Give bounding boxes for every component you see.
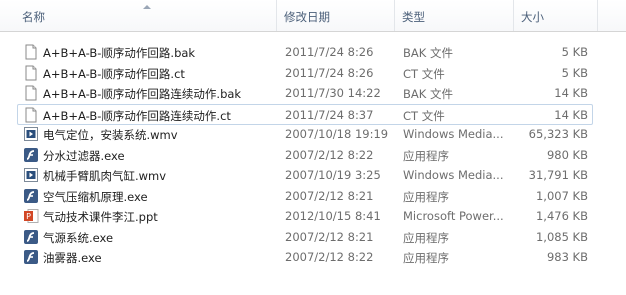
flash-exe-icon <box>23 147 39 163</box>
file-date: 2007/2/12 8:22 <box>285 250 374 264</box>
file-name: 油雾器.exe <box>43 251 102 265</box>
file-type: 应用程序 <box>403 230 449 245</box>
file-row[interactable]: 分水过滤器.exe 2007/2/12 8:22 应用程序 980 KB <box>18 145 592 165</box>
powerpoint-icon: P <box>23 208 39 224</box>
file-row[interactable]: 电气定位，安装系统.wmv 2007/10/18 19:19 Windows Med… <box>18 124 592 144</box>
file-name: 电气定位，安装系统.wmv <box>43 128 178 142</box>
file-date: 2011/7/24 8:37 <box>285 107 374 122</box>
file-name: 气源系统.exe <box>43 230 114 245</box>
file-size: 1,007 KB <box>535 188 588 203</box>
file-date: 2007/10/19 3:25 <box>285 168 381 182</box>
file-row[interactable]: 气源系统.exe 2007/2/12 8:21 应用程序 1,085 KB <box>18 227 592 247</box>
file-type: 应用程序 <box>403 189 449 204</box>
file-date: 2007/2/12 8:21 <box>285 229 374 244</box>
column-header-name[interactable]: 名称 <box>22 0 45 31</box>
column-header-date[interactable]: 修改日期 <box>284 0 330 31</box>
svg-text:P: P <box>26 212 31 221</box>
column-divider[interactable] <box>394 0 395 31</box>
file-name: A+B+A-B-顺序动作回路.ct <box>43 66 185 81</box>
flash-exe-icon <box>23 188 39 204</box>
file-size: 1,476 KB <box>535 209 588 223</box>
file-date: 2011/7/24 8:26 <box>285 45 374 59</box>
file-type: Windows Media... <box>403 168 504 182</box>
file-row[interactable]: 油雾器.exe 2007/2/12 8:22 应用程序 983 KB <box>18 247 592 267</box>
file-type: BAK 文件 <box>403 87 453 101</box>
document-icon <box>23 44 39 60</box>
file-name: 分水过滤器.exe <box>43 148 125 163</box>
document-icon <box>23 85 39 101</box>
document-icon <box>23 65 39 81</box>
file-size: 983 KB <box>546 250 588 264</box>
file-name: A+B+A-B-顺序动作回路.bak <box>43 46 196 60</box>
file-type: Microsoft Power... <box>403 209 504 223</box>
video-file-icon <box>23 126 39 142</box>
column-divider[interactable] <box>276 0 277 31</box>
file-size: 31,791 KB <box>528 168 588 182</box>
column-header-bar: 名称 修改日期 类型 大小 <box>0 0 626 32</box>
file-name: A+B+A-B-顺序动作回路连续动作.ct <box>43 108 231 123</box>
column-header-size[interactable]: 大小 <box>521 0 544 31</box>
file-type: CT 文件 <box>403 108 445 123</box>
flash-exe-icon <box>23 249 39 265</box>
file-date: 2007/10/18 19:19 <box>285 127 389 141</box>
file-size: 65,323 KB <box>528 127 588 141</box>
file-size: 1,085 KB <box>535 229 588 244</box>
file-type: 应用程序 <box>403 148 449 163</box>
file-row[interactable]: P 气动技术课件李江.ppt 2012/10/15 8:41 Microsoft Po… <box>18 206 592 226</box>
file-name: 气动技术课件李江.ppt <box>43 210 158 224</box>
column-divider[interactable] <box>513 0 514 31</box>
file-date: 2007/2/12 8:21 <box>285 188 374 203</box>
file-row[interactable]: A+B+A-B-顺序动作回路.ct 2011/7/24 8:26 CT 文件 5 KB <box>18 63 592 83</box>
file-date: 2012/10/15 8:41 <box>285 209 381 223</box>
sort-ascending-icon <box>143 5 151 9</box>
file-row[interactable]: 机械手臂肌肉气缸.wmv 2007/10/19 3:25 Windows Media… <box>18 165 592 185</box>
video-file-icon <box>23 167 39 183</box>
file-date: 2011/7/30 14:22 <box>285 86 381 100</box>
file-size: 14 KB <box>554 86 588 100</box>
file-size: 5 KB <box>561 65 588 80</box>
file-row[interactable]: 空气压缩机原理.exe 2007/2/12 8:21 应用程序 1,007 KB <box>18 186 592 206</box>
file-name: 机械手臂肌肉气缸.wmv <box>43 169 167 183</box>
column-header-type[interactable]: 类型 <box>402 0 425 31</box>
file-row[interactable]: A+B+A-B-顺序动作回路连续动作.bak 2011/7/30 14:22 BAK… <box>18 83 592 103</box>
file-name: A+B+A-B-顺序动作回路连续动作.bak <box>43 87 242 101</box>
file-date: 2007/2/12 8:22 <box>285 147 374 162</box>
file-type: CT 文件 <box>403 66 445 81</box>
column-divider[interactable] <box>597 0 598 31</box>
file-row[interactable]: A+B+A-B-顺序动作回路连续动作.ct 2011/7/24 8:37 CT 文件… <box>17 103 593 125</box>
file-name: 空气压缩机原理.exe <box>43 189 148 204</box>
file-type: Windows Media... <box>403 127 504 141</box>
file-size: 5 KB <box>561 45 588 59</box>
file-type: BAK 文件 <box>403 46 453 60</box>
file-size: 980 KB <box>546 147 588 162</box>
flash-exe-icon <box>23 229 39 245</box>
document-icon <box>23 107 39 123</box>
file-row[interactable]: A+B+A-B-顺序动作回路.bak 2011/7/24 8:26 BAK 文件 5 … <box>18 42 592 62</box>
file-type: 应用程序 <box>403 251 449 265</box>
file-size: 14 KB <box>554 107 588 122</box>
file-date: 2011/7/24 8:26 <box>285 65 374 80</box>
